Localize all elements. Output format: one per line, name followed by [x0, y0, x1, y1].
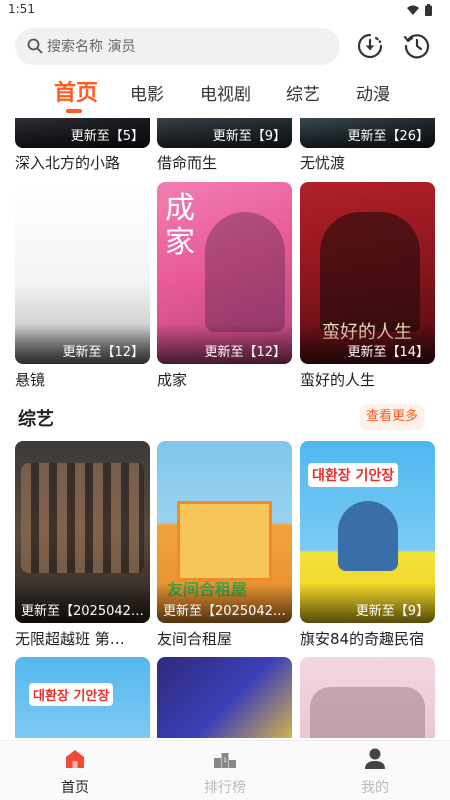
poster-image [300, 657, 435, 738]
section-title-variety: 综艺 [18, 409, 54, 430]
poster-image: 成家 更新至【12】 [157, 182, 292, 364]
wifi-icon [407, 5, 419, 15]
status-bar: 1:51 [0, 0, 450, 22]
poster-image: 更新至【26】 [300, 118, 435, 148]
poster-figures [205, 212, 285, 332]
ranking-podium-icon: 1 [214, 753, 236, 768]
app-screen: 1:51 首页 电影 电视剧 综艺 动漫 [0, 0, 450, 800]
poster-image [157, 657, 292, 738]
tab-indicator [66, 109, 82, 113]
show-title: 悬镜 [15, 371, 46, 389]
episode-badge: 更新至【2025042… [163, 604, 286, 619]
poster-figures [338, 501, 398, 571]
show-title: 深入北方的小路 [15, 154, 121, 172]
poster-image: 更新至【2025042… [15, 441, 150, 623]
poster-logo: 대환장 기안장 [308, 463, 399, 487]
poster-image: 대환장 기안장 更新至【9】 [300, 441, 435, 623]
episode-badge: 更新至【12】 [204, 345, 286, 360]
history-icon[interactable] [403, 32, 431, 60]
show-title: 蛮好的人生 [300, 371, 376, 389]
show-title: 无限超越班 第… [15, 630, 125, 648]
svg-text:1: 1 [223, 757, 227, 764]
nav-ranking[interactable]: 1 排行榜 [150, 741, 300, 800]
download-icon[interactable] [356, 32, 384, 60]
search-box[interactable] [15, 28, 340, 65]
poster-image: 蛮好的人生 更新至【14】 [300, 182, 435, 364]
poster-figures [21, 463, 144, 573]
episode-badge: 更新至【5】 [70, 129, 144, 144]
tab-anime[interactable]: 动漫 [356, 80, 390, 105]
content-feed: 更新至【5】 深入北方的小路 更新至【9】 借命而生 更新至【26】 无忧渡 更… [0, 118, 450, 738]
poster-figures [310, 687, 425, 738]
episode-badge: 更新至【2025042… [21, 604, 144, 619]
episode-badge: 更新至【9】 [212, 129, 286, 144]
bottom-nav: 首页 1 排行榜 我的 [0, 740, 450, 800]
nav-home[interactable]: 首页 [0, 741, 150, 800]
nav-profile[interactable]: 我的 [300, 741, 450, 800]
battery-icon [425, 4, 432, 16]
category-tabs: 首页 电影 电视剧 综艺 动漫 [0, 72, 450, 113]
show-title: 无忧渡 [300, 154, 346, 172]
poster-house [177, 501, 272, 581]
tab-variety[interactable]: 综艺 [286, 80, 320, 105]
status-time: 1:51 [8, 2, 35, 16]
tab-tv-series[interactable]: 电视剧 [200, 80, 251, 105]
poster-image: 友间合租屋 更新至【2025042… [157, 441, 292, 623]
view-more-button[interactable]: 查看更多 [360, 404, 424, 430]
nav-label: 首页 [61, 780, 89, 796]
nav-label: 我的 [361, 780, 389, 796]
search-input[interactable] [47, 28, 327, 65]
poster-logo: 대환장 기안장 [29, 683, 114, 706]
show-title: 旗安84的奇趣民宿 [300, 630, 425, 648]
user-icon [365, 748, 385, 769]
episode-badge: 更新至【26】 [347, 129, 429, 144]
poster-figures [320, 212, 420, 332]
poster-logo: 成家 [165, 191, 195, 260]
nav-label: 排行榜 [204, 780, 246, 796]
poster-image: 대환장 기안장 [15, 657, 150, 738]
poster-image: 更新至【9】 [157, 118, 292, 148]
poster-image: 更新至【5】 [15, 118, 150, 148]
show-title: 借命而生 [157, 154, 218, 172]
status-icons [407, 4, 432, 16]
episode-badge: 更新至【9】 [355, 604, 429, 619]
home-icon [66, 750, 84, 768]
tab-home[interactable]: 首页 [54, 75, 98, 107]
show-title: 成家 [157, 371, 188, 389]
poster-image: 更新至【12】 [15, 182, 150, 364]
search-icon [27, 38, 43, 54]
episode-badge: 更新至【12】 [62, 345, 144, 360]
episode-badge: 更新至【14】 [347, 345, 429, 360]
show-title: 友间合租屋 [157, 630, 233, 648]
tab-movies[interactable]: 电影 [130, 80, 164, 105]
